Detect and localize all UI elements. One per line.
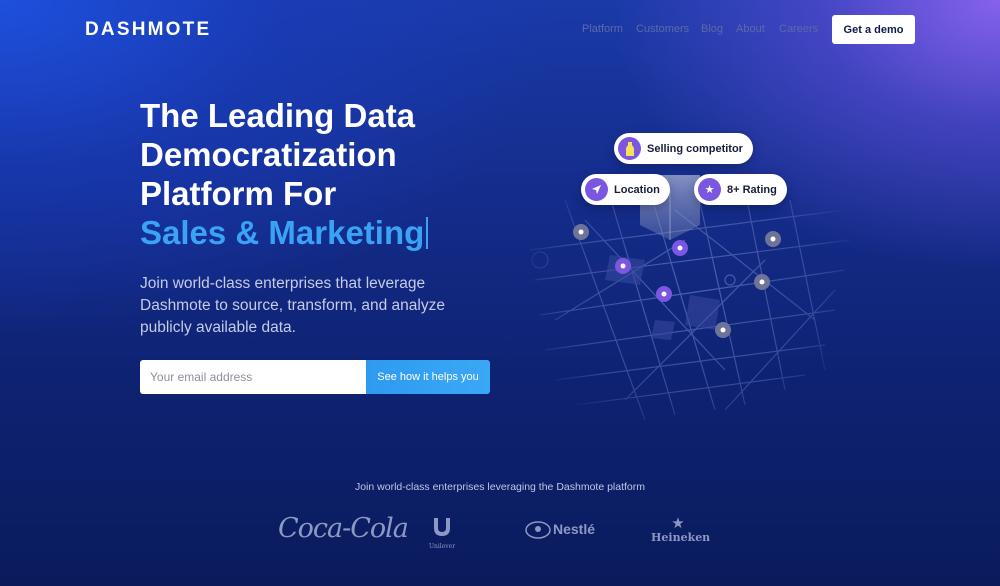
- nav-careers[interactable]: Careers: [779, 23, 818, 35]
- hero-title-line-1: The Leading Data: [140, 97, 416, 134]
- nav-blog[interactable]: Blog: [701, 23, 723, 35]
- unilever-wordmark: Unilever: [428, 543, 456, 550]
- heineken-logo: ★ Heineken: [651, 515, 711, 544]
- nav-customers[interactable]: Customers: [636, 23, 689, 35]
- hero-title: The Leading Data Democratization Platfor…: [140, 96, 500, 252]
- nestle-logo: Nestlé: [525, 519, 595, 539]
- email-input[interactable]: [140, 360, 366, 394]
- pill-location: Location: [581, 174, 670, 205]
- bottle-icon: [618, 137, 641, 160]
- nav-platform[interactable]: Platform: [582, 23, 623, 35]
- hero-title-line-3: Platform For: [140, 175, 337, 212]
- client-logos: Coca-Cola Unilever Nestlé ★ Heineken: [0, 510, 1000, 555]
- dashmote-logo[interactable]: DASHMOTE: [85, 19, 211, 41]
- email-signup-form: See how it helps you: [140, 360, 490, 394]
- typing-cursor: [426, 217, 429, 249]
- hero-title-line-2: Democratization: [140, 136, 397, 173]
- hero-subtitle: Join world-class enterprises that levera…: [140, 275, 445, 336]
- star-icon: ★: [671, 515, 685, 532]
- location-arrow-icon: [585, 178, 608, 201]
- pill-rating: ★ 8+ Rating: [694, 174, 787, 205]
- logo-text: DASHMOTE: [85, 19, 212, 40]
- nav-about[interactable]: About: [736, 23, 765, 35]
- coca-cola-logo: Coca-Cola: [278, 513, 409, 544]
- pill-label: Location: [614, 183, 660, 196]
- heineken-wordmark: Heineken: [651, 531, 711, 544]
- pill-label: 8+ Rating: [727, 183, 777, 196]
- see-how-button[interactable]: See how it helps you: [366, 360, 490, 394]
- hero-title-accent: Sales & Marketing: [140, 214, 425, 251]
- get-demo-button[interactable]: Get a demo: [832, 15, 915, 44]
- nestle-wordmark: Nestlé: [553, 521, 596, 537]
- map-illustration: Selling competitor Location ★ 8+ Rating: [525, 120, 855, 420]
- street-map: [529, 174, 851, 420]
- star-icon: ★: [698, 178, 721, 201]
- unilever-logo: Unilever: [426, 516, 458, 550]
- pill-label: Selling competitor: [647, 142, 743, 155]
- trust-caption: Join world-class enterprises leveraging …: [354, 481, 646, 493]
- pill-selling-competitor: Selling competitor: [614, 133, 753, 164]
